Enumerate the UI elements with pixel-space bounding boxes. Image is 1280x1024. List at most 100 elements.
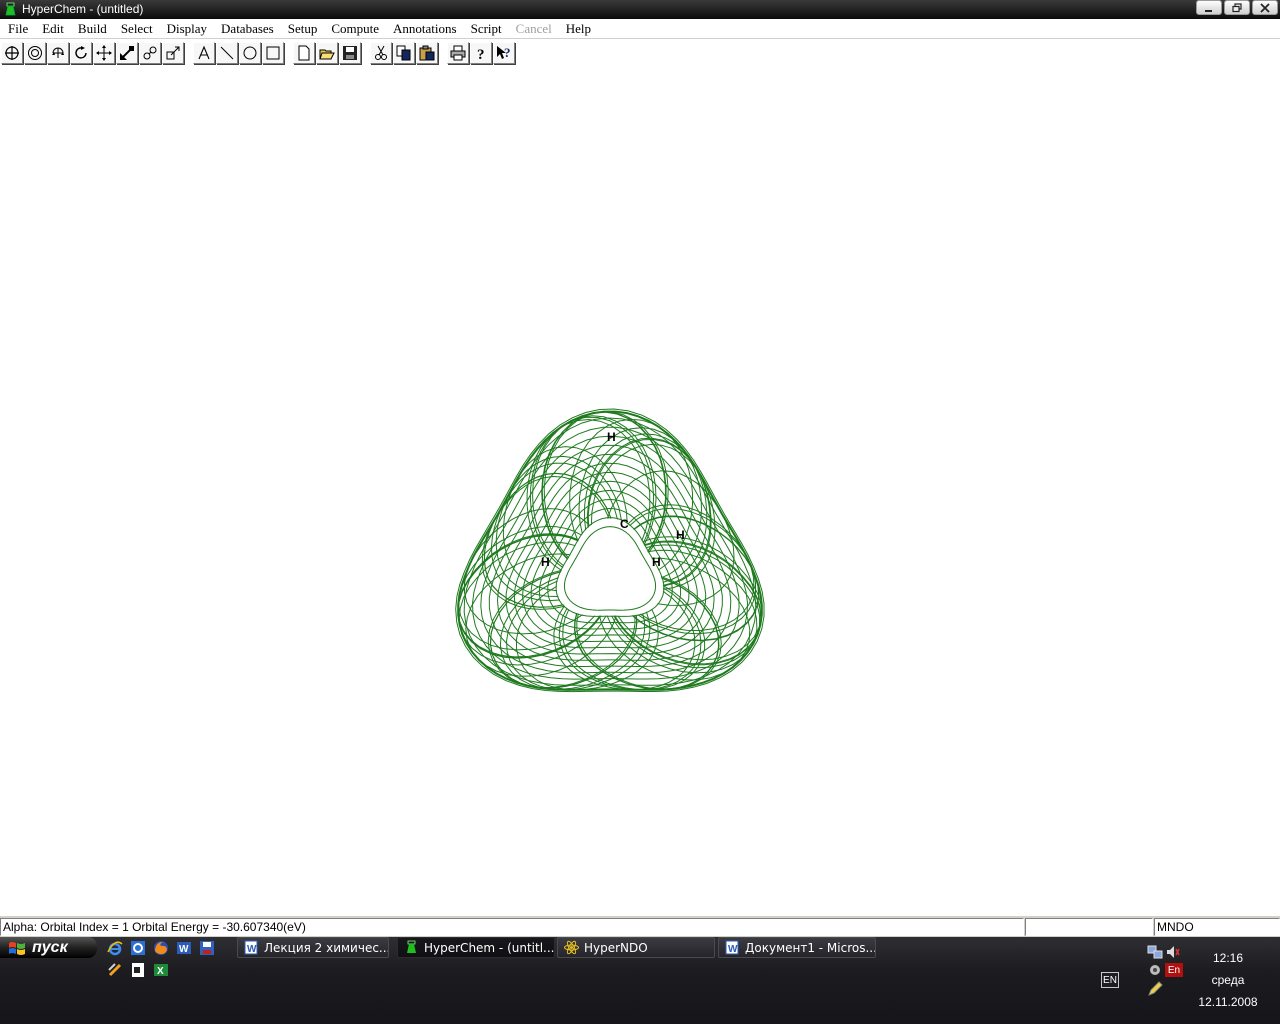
draw-tool-icon xyxy=(5,46,19,60)
print-icon xyxy=(450,45,466,61)
language-indicator[interactable]: EN xyxy=(1101,972,1119,988)
rotate-z-button[interactable] xyxy=(70,42,92,64)
menu-setup[interactable]: Setup xyxy=(281,20,325,38)
cut-button[interactable] xyxy=(370,42,392,64)
close-button[interactable] xyxy=(1252,0,1278,15)
z-clip-button[interactable] xyxy=(162,42,184,64)
restore-button[interactable] xyxy=(1224,0,1250,15)
volume-icon[interactable] xyxy=(1165,944,1181,960)
context-help-button[interactable]: ? xyxy=(493,42,515,64)
rectangle-tool-button[interactable] xyxy=(262,42,284,64)
atom-label-h-right: H xyxy=(676,528,685,542)
ie-alt-icon[interactable] xyxy=(129,939,146,956)
menu-databases[interactable]: Databases xyxy=(214,20,281,38)
zoom-button[interactable] xyxy=(139,42,161,64)
hyperchem-flask-icon xyxy=(3,2,18,17)
word-doc-icon: W xyxy=(244,940,259,955)
text-tool-button[interactable] xyxy=(193,42,215,64)
menu-display[interactable]: Display xyxy=(160,20,214,38)
clock-time[interactable]: 12:16 xyxy=(1190,951,1266,965)
copy-button[interactable] xyxy=(393,42,415,64)
translate-xy-button[interactable] xyxy=(93,42,115,64)
atom-label-h-top: H xyxy=(607,430,616,444)
start-button[interactable]: пуск xyxy=(0,937,97,958)
menu-edit[interactable]: Edit xyxy=(35,20,71,38)
line-tool-icon xyxy=(220,46,234,60)
task-button-lecture[interactable]: W Лекция 2 химичес... xyxy=(237,937,389,958)
menu-cancel[interactable]: Cancel xyxy=(509,20,559,38)
document-icon[interactable] xyxy=(129,961,146,978)
menu-bar: File Edit Build Select Display Databases Setup… xyxy=(0,19,1280,39)
status-method: MNDO xyxy=(1154,918,1280,936)
rectangle-tool-icon xyxy=(266,46,280,60)
tray-language-indicator[interactable]: En xyxy=(1165,963,1183,977)
menu-file[interactable]: File xyxy=(1,20,35,38)
task-label: HyperNDO xyxy=(584,940,648,955)
save-disk-icon[interactable] xyxy=(198,939,215,956)
network-icon[interactable] xyxy=(1147,944,1163,960)
orbital-wireframe-surface xyxy=(455,408,765,693)
menu-compute[interactable]: Compute xyxy=(324,20,386,38)
task-button-hyperndo[interactable]: HyperNDO xyxy=(557,937,715,958)
draw-tool-button[interactable] xyxy=(1,42,23,64)
settings-tray-icon[interactable] xyxy=(1147,962,1163,978)
task-label: HyperChem - (untitl... xyxy=(424,940,555,955)
clock-date: 12.11.2008 xyxy=(1198,995,1258,1009)
translate-z-button[interactable] xyxy=(116,42,138,64)
menu-select[interactable]: Select xyxy=(114,20,160,38)
help-icon: ? xyxy=(477,47,485,61)
atom-label-c: C xyxy=(620,517,629,531)
clock-day: среда xyxy=(1211,973,1245,987)
open-file-button[interactable] xyxy=(316,42,338,64)
task-button-hyperchem[interactable]: HyperChem - (untitl... xyxy=(397,937,555,958)
save-file-button[interactable] xyxy=(339,42,361,64)
restore-icon xyxy=(1232,2,1242,12)
rotate-xy-button[interactable] xyxy=(47,42,69,64)
windows-logo-icon xyxy=(9,941,25,955)
svg-text:?: ? xyxy=(504,45,511,60)
select-tool-button[interactable] xyxy=(24,42,46,64)
cut-icon xyxy=(375,45,387,60)
z-clip-icon xyxy=(166,46,180,60)
help-button[interactable]: ? xyxy=(470,42,492,64)
menu-build[interactable]: Build xyxy=(71,20,114,38)
minimize-icon xyxy=(1205,9,1212,12)
excel-icon[interactable]: X xyxy=(152,961,169,978)
rotate-xy-icon xyxy=(52,47,64,58)
atom-label-h-left: H xyxy=(541,555,550,569)
new-file-button[interactable] xyxy=(293,42,315,64)
firefox-icon[interactable] xyxy=(152,939,169,956)
task-button-document1[interactable]: W Документ1 - Micros... xyxy=(718,937,876,958)
print-button[interactable] xyxy=(447,42,469,64)
hyperndo-atom-icon xyxy=(564,940,579,955)
svg-text:W: W xyxy=(247,944,257,955)
taskbar: пуск W X W Лекция 2 химичес... HyperChem… xyxy=(0,937,1280,1024)
ellipse-tool-icon xyxy=(243,46,257,60)
toolbar: ? ? xyxy=(0,40,1280,66)
tool-icon[interactable] xyxy=(106,961,123,978)
close-icon xyxy=(1260,2,1270,13)
svg-text:W: W xyxy=(179,944,189,955)
save-file-icon xyxy=(343,46,357,60)
svg-text:X: X xyxy=(157,966,164,977)
ellipse-tool-button[interactable] xyxy=(239,42,261,64)
paste-button[interactable] xyxy=(416,42,438,64)
pencil-tray-icon[interactable] xyxy=(1147,981,1163,997)
rotate-z-icon xyxy=(75,46,87,59)
internet-explorer-icon[interactable] xyxy=(106,939,123,956)
paste-icon xyxy=(419,45,435,61)
molecule-workspace[interactable]: H C H H H xyxy=(0,66,1280,915)
menu-annotations[interactable]: Annotations xyxy=(386,20,464,38)
title-bar: HyperChem - (untitled) xyxy=(0,0,1280,19)
word-icon[interactable]: W xyxy=(175,939,192,956)
copy-icon xyxy=(396,45,411,61)
text-tool-icon xyxy=(198,45,210,60)
select-tool-icon xyxy=(28,46,42,60)
line-tool-button[interactable] xyxy=(216,42,238,64)
new-file-icon xyxy=(298,45,310,61)
menu-script[interactable]: Script xyxy=(464,20,509,38)
menu-help[interactable]: Help xyxy=(559,20,598,38)
hyperchem-flask-icon xyxy=(404,940,419,955)
status-bar: Alpha: Orbital Index = 1 Orbital Energy … xyxy=(0,915,1280,937)
minimize-button[interactable] xyxy=(1196,0,1222,15)
